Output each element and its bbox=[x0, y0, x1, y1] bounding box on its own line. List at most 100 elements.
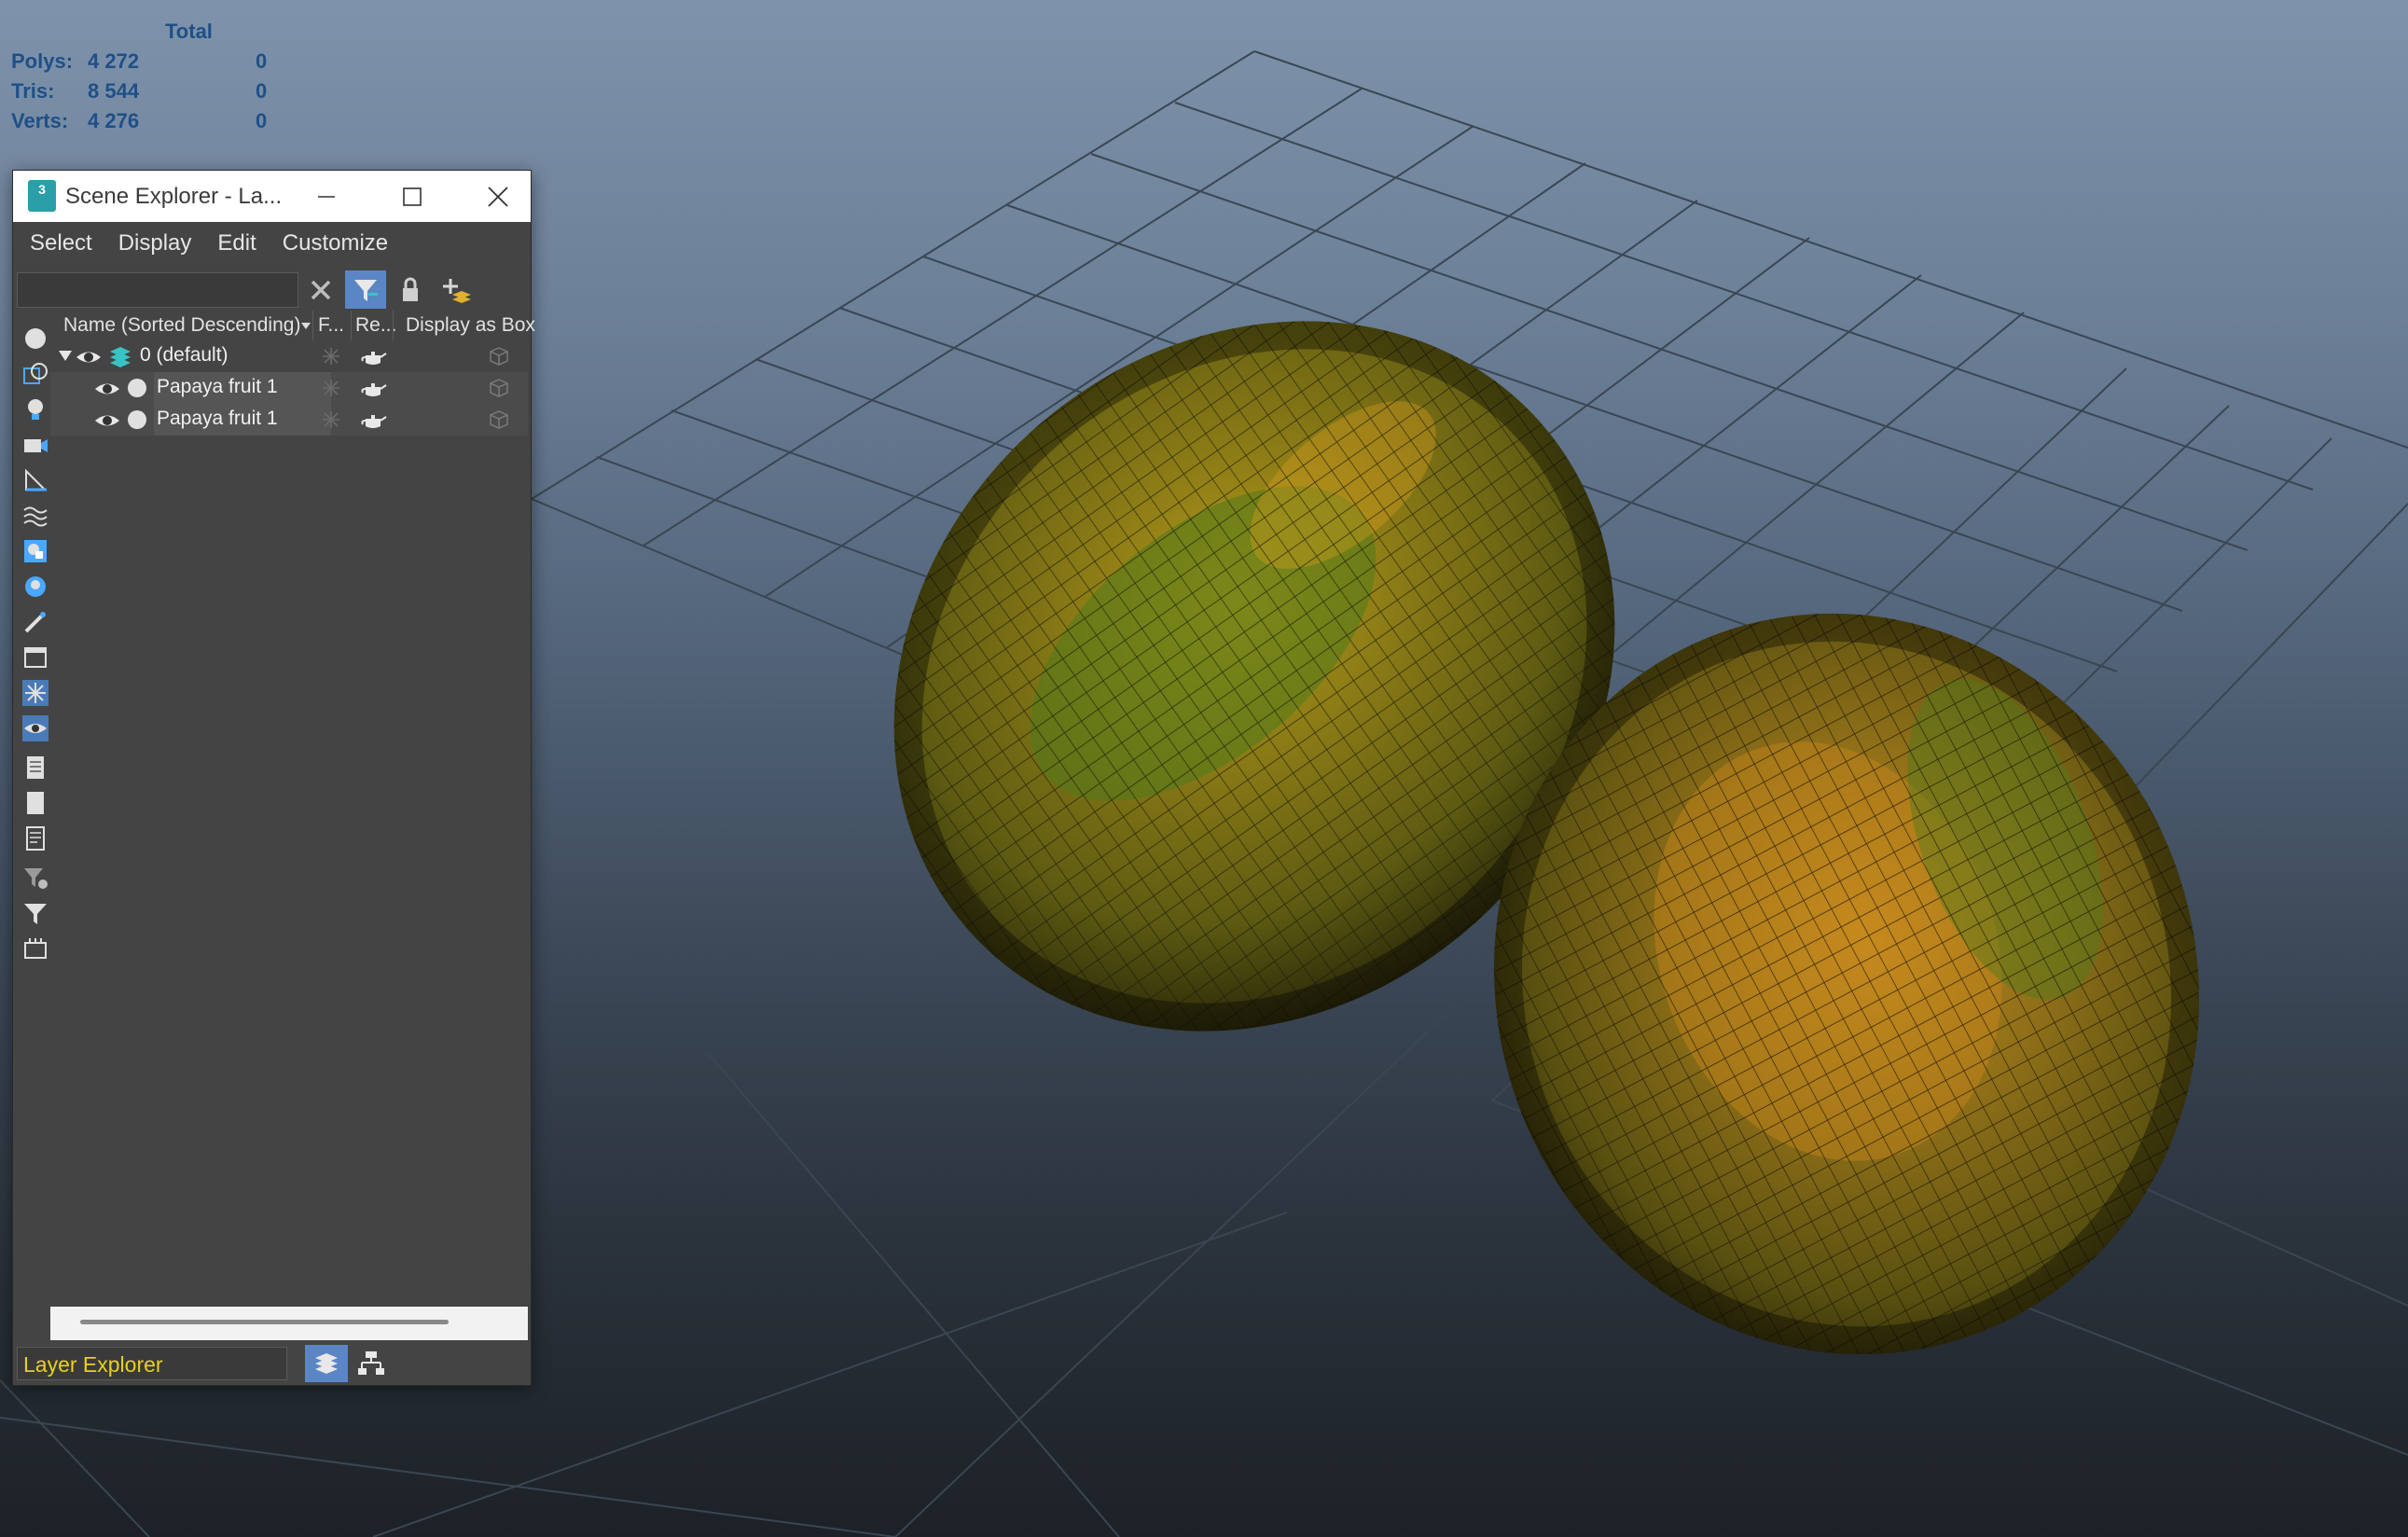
layer-stack-icon bbox=[110, 347, 131, 367]
shapes-filter-button[interactable] bbox=[21, 359, 50, 389]
stats-row-polys: Polys: 4 272 0 bbox=[11, 49, 268, 73]
lock-button[interactable] bbox=[390, 270, 431, 310]
display-box-icon[interactable] bbox=[489, 409, 509, 430]
hidden-filter-button[interactable] bbox=[21, 713, 50, 743]
tree-row-layer-default[interactable]: 0 (default) bbox=[50, 340, 528, 372]
select-dependents-button[interactable] bbox=[21, 934, 50, 963]
bones-filter-button[interactable] bbox=[21, 607, 50, 637]
search-input[interactable] bbox=[17, 272, 298, 308]
app-icon: 3 bbox=[28, 180, 56, 212]
document-icon bbox=[27, 756, 44, 779]
minimize-button[interactable] bbox=[289, 171, 364, 222]
filter-button[interactable] bbox=[21, 898, 50, 928]
filter-icon bbox=[354, 280, 378, 301]
stats-row-verts: Verts: 4 276 0 bbox=[11, 109, 268, 132]
display-box-icon[interactable] bbox=[489, 346, 509, 367]
helpers-filter-button[interactable] bbox=[21, 465, 50, 495]
object-name[interactable]: Papaya fruit 1 bbox=[157, 408, 278, 430]
blank-page-icon bbox=[27, 792, 44, 814]
container-icon bbox=[24, 647, 47, 668]
camera-icon bbox=[24, 439, 48, 452]
display-all-button[interactable] bbox=[21, 753, 50, 782]
freeze-snowflake-icon[interactable] bbox=[322, 347, 340, 366]
layer-tree[interactable]: Name (Sorted Descending) F... Re... Disp… bbox=[50, 309, 535, 1310]
column-headers: Name (Sorted Descending) F... Re... Disp… bbox=[50, 309, 535, 342]
invert-page-icon bbox=[26, 826, 45, 851]
sphere-icon bbox=[25, 328, 46, 349]
column-header-display-as-box[interactable]: Display as Box bbox=[406, 314, 535, 337]
viewport-statistics: Total Polys: 4 272 0 Tris: 8 544 0 Verts… bbox=[11, 17, 333, 136]
freeze-snowflake-icon[interactable] bbox=[322, 379, 340, 397]
scene-explorer-window[interactable]: 3 Scene Explorer - La... Select Display … bbox=[12, 170, 535, 1386]
lock-icon bbox=[403, 277, 418, 301]
display-none-button[interactable] bbox=[21, 788, 50, 818]
helper-icon bbox=[25, 468, 48, 492]
render-teapot-icon[interactable] bbox=[360, 378, 388, 398]
object-name[interactable]: Papaya fruit 1 bbox=[157, 376, 278, 398]
sort-by-hierarchy-button[interactable] bbox=[350, 1345, 393, 1382]
horizontal-scrollbar[interactable] bbox=[50, 1307, 528, 1340]
menu-display[interactable]: Display bbox=[102, 230, 201, 256]
add-layer-icon bbox=[443, 279, 471, 303]
menu-edit[interactable]: Edit bbox=[201, 230, 265, 256]
clear-search-button[interactable] bbox=[300, 270, 341, 310]
explorer-mode-dropdown[interactable]: Layer Explorer bbox=[17, 1347, 287, 1380]
object-geometry-icon bbox=[128, 379, 146, 397]
explorer-toolbar bbox=[13, 265, 531, 312]
visibility-eye-icon[interactable] bbox=[93, 380, 121, 398]
invert-display-button[interactable] bbox=[21, 824, 50, 853]
stats-total-header: Total bbox=[165, 20, 213, 43]
bone-icon bbox=[24, 612, 46, 633]
spacewarp-icon bbox=[23, 506, 48, 527]
dependency-icon bbox=[24, 938, 47, 959]
render-teapot-icon[interactable] bbox=[360, 409, 388, 430]
explorer-bottom-bar: Layer Explorer bbox=[13, 1341, 531, 1384]
maximize-button[interactable] bbox=[375, 171, 450, 222]
sort-by-layers-button[interactable] bbox=[305, 1345, 348, 1382]
title-bar[interactable]: 3 Scene Explorer - La... bbox=[13, 171, 531, 222]
snowflake-icon bbox=[22, 680, 48, 706]
freeze-snowflake-icon[interactable] bbox=[322, 410, 340, 429]
clear-icon bbox=[311, 280, 331, 300]
column-header-render[interactable]: Re... bbox=[355, 314, 396, 337]
stats-row-tris: Tris: 8 544 0 bbox=[11, 79, 268, 103]
scrollbar-thumb[interactable] bbox=[80, 1320, 449, 1324]
column-header-frozen[interactable]: F... bbox=[318, 314, 344, 337]
close-button[interactable] bbox=[461, 171, 535, 222]
groups-filter-button[interactable] bbox=[21, 536, 50, 566]
funnel-icon bbox=[24, 904, 47, 924]
eye-icon bbox=[22, 715, 48, 741]
menu-select[interactable]: Select bbox=[13, 230, 102, 256]
menu-bar: Select Display Edit Customize bbox=[13, 222, 531, 265]
collapse-arrow-icon[interactable] bbox=[58, 350, 73, 363]
cameras-filter-button[interactable] bbox=[21, 430, 50, 460]
tree-row-object[interactable]: Papaya fruit 1 bbox=[50, 404, 528, 436]
object-geometry-icon bbox=[128, 410, 146, 429]
visibility-eye-icon[interactable] bbox=[75, 348, 103, 367]
group-icon bbox=[24, 540, 47, 562]
lights-filter-button[interactable] bbox=[21, 395, 50, 424]
frozen-filter-button[interactable] bbox=[21, 678, 50, 708]
layer-name[interactable]: 0 (default) bbox=[140, 344, 228, 367]
tree-row-object[interactable]: Papaya fruit 1 bbox=[50, 372, 528, 404]
filter-toggle-button[interactable] bbox=[345, 270, 386, 310]
display-box-icon[interactable] bbox=[489, 378, 509, 398]
hierarchy-icon bbox=[358, 1351, 384, 1375]
sort-descending-icon bbox=[301, 323, 311, 329]
minimize-icon bbox=[318, 195, 335, 198]
shapes-icon bbox=[23, 363, 48, 384]
xrefs-filter-button[interactable] bbox=[21, 572, 50, 602]
filter-settings-button[interactable] bbox=[21, 863, 50, 893]
column-header-name[interactable]: Name (Sorted Descending) bbox=[63, 314, 300, 337]
light-bulb-icon bbox=[28, 399, 43, 420]
visibility-eye-icon[interactable] bbox=[93, 411, 121, 430]
close-icon bbox=[488, 186, 508, 207]
window-title: Scene Explorer - La... bbox=[65, 184, 283, 209]
render-teapot-icon[interactable] bbox=[360, 346, 388, 367]
filter-gear-icon bbox=[24, 868, 48, 889]
spacewarps-filter-button[interactable] bbox=[21, 501, 50, 531]
menu-customize[interactable]: Customize bbox=[266, 230, 397, 256]
containers-filter-button[interactable] bbox=[21, 643, 50, 672]
geometry-filter-button[interactable] bbox=[21, 324, 50, 353]
add-layer-button[interactable] bbox=[435, 270, 476, 310]
